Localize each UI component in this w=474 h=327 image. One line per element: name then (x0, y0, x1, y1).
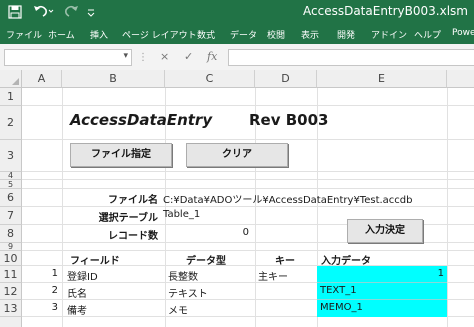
customize-toolbar-icon[interactable] (86, 3, 98, 21)
input-data-value[interactable]: MEMO_1 (320, 302, 363, 313)
column-header-e[interactable]: E (317, 70, 447, 88)
record-count-value: 0 (242, 227, 249, 238)
field-key: 主キー (258, 272, 288, 283)
formula-bar-divider: ⋮ (138, 52, 148, 63)
gridline (22, 179, 474, 180)
formula-bar: ▾ ⋮ × ✓ fx (0, 44, 474, 71)
worksheet: A B C D E 1 2 3 4 5 6 7 8 9 10 11 12 13 … (0, 70, 474, 327)
redo-icon[interactable] (60, 3, 84, 21)
field-name: 備考 (67, 306, 87, 317)
gridline (22, 171, 474, 172)
app-title: AccessDataEntry (70, 111, 213, 129)
column-header-b[interactable]: B (62, 70, 165, 88)
row-header-7[interactable]: 7 (0, 207, 22, 225)
field-type: メモ (168, 306, 188, 317)
field-type: 長整数 (168, 272, 198, 283)
title-bar: AccessDataEntryB003.xlsm (0, 0, 474, 24)
tab-file[interactable]: ファイル (6, 28, 42, 41)
gridline (22, 188, 474, 189)
row-header-9[interactable]: 9 (0, 243, 22, 251)
tab-page-layout[interactable]: ページ レイアウト (122, 28, 197, 41)
insert-function-icon[interactable]: fx (207, 50, 217, 63)
select-all-button[interactable] (0, 70, 22, 88)
row-header-5[interactable]: 5 (0, 180, 22, 189)
tab-home[interactable]: ホーム (48, 28, 75, 41)
row-header-2[interactable]: 2 (0, 106, 22, 140)
row-number: 2 (51, 285, 58, 296)
quick-access-toolbar (6, 3, 98, 21)
row-header-11[interactable]: 11 (0, 266, 22, 283)
header-data-type: データ型 (186, 256, 226, 267)
row-header-10[interactable]: 10 (0, 251, 22, 266)
header-input-data: 入力データ (321, 256, 371, 267)
window-title: AccessDataEntryB003.xlsm (303, 4, 468, 18)
file-select-button[interactable]: ファイル指定 (70, 143, 172, 167)
gridline (62, 88, 63, 327)
revision-label: Rev B003 (249, 111, 329, 129)
tab-developer[interactable]: 開発 (337, 28, 355, 41)
tab-addins[interactable]: アドイン (371, 28, 407, 41)
row-header-14[interactable] (0, 317, 22, 327)
row-number: 3 (51, 302, 58, 313)
file-path-value: C:¥Data¥ADOツール¥AccessDataEntry¥Test.accd… (163, 195, 413, 206)
field-name: 氏名 (67, 289, 87, 300)
column-header-c[interactable]: C (165, 70, 255, 88)
row-header-13[interactable]: 13 (0, 300, 22, 317)
column-header-d[interactable]: D (255, 70, 317, 88)
tab-review[interactable]: 校閲 (267, 28, 285, 41)
tab-power[interactable]: Powe (452, 28, 474, 38)
row-header-8[interactable]: 8 (0, 225, 22, 243)
file-name-label: ファイル名 (108, 195, 158, 206)
row-header-6[interactable]: 6 (0, 189, 22, 207)
gridline (22, 250, 474, 251)
row-header-4[interactable]: 4 (0, 172, 22, 180)
cancel-icon[interactable]: × (160, 50, 169, 63)
row-header-3[interactable]: 3 (0, 140, 22, 172)
chevron-down-icon[interactable]: ▾ (123, 51, 128, 61)
commit-input-button[interactable]: 入力決定 (347, 219, 423, 243)
header-key: キー (275, 256, 295, 267)
gridline (317, 282, 447, 283)
header-field: フィールド (70, 256, 120, 267)
save-icon[interactable] (6, 3, 24, 21)
record-count-label: レコード数 (108, 231, 158, 242)
ribbon-tabs: ファイル ホーム 挿入 ページ レイアウト 数式 データ 校閲 表示 開発 アド… (0, 24, 474, 44)
tab-view[interactable]: 表示 (301, 28, 319, 41)
table-select-value: Table_1 (163, 209, 201, 220)
tab-formulas[interactable]: 数式 (197, 28, 215, 41)
gridline (22, 105, 474, 106)
clear-button[interactable]: クリア (186, 143, 288, 167)
gridline (447, 88, 448, 327)
tab-help[interactable]: ヘルプ (414, 28, 441, 41)
table-select-label: 選択テーブル (98, 213, 158, 224)
formula-input[interactable] (228, 49, 474, 66)
gridline (22, 139, 474, 140)
tab-data[interactable]: データ (230, 28, 257, 41)
column-header-f[interactable] (447, 70, 474, 88)
gridline (22, 206, 474, 207)
gridline (317, 299, 447, 300)
column-header-a[interactable]: A (22, 70, 62, 88)
input-data-value[interactable]: 1 (320, 268, 444, 279)
name-box[interactable]: ▾ (4, 49, 132, 66)
enter-icon[interactable]: ✓ (184, 50, 193, 63)
row-header-1[interactable]: 1 (0, 88, 22, 106)
field-name: 登録ID (67, 272, 98, 283)
row-number: 1 (51, 268, 58, 279)
field-type: テキスト (168, 289, 208, 300)
row-header-12[interactable]: 12 (0, 283, 22, 300)
tab-insert[interactable]: 挿入 (90, 28, 108, 41)
input-data-value[interactable]: TEXT_1 (320, 285, 357, 296)
undo-icon[interactable] (32, 3, 56, 21)
